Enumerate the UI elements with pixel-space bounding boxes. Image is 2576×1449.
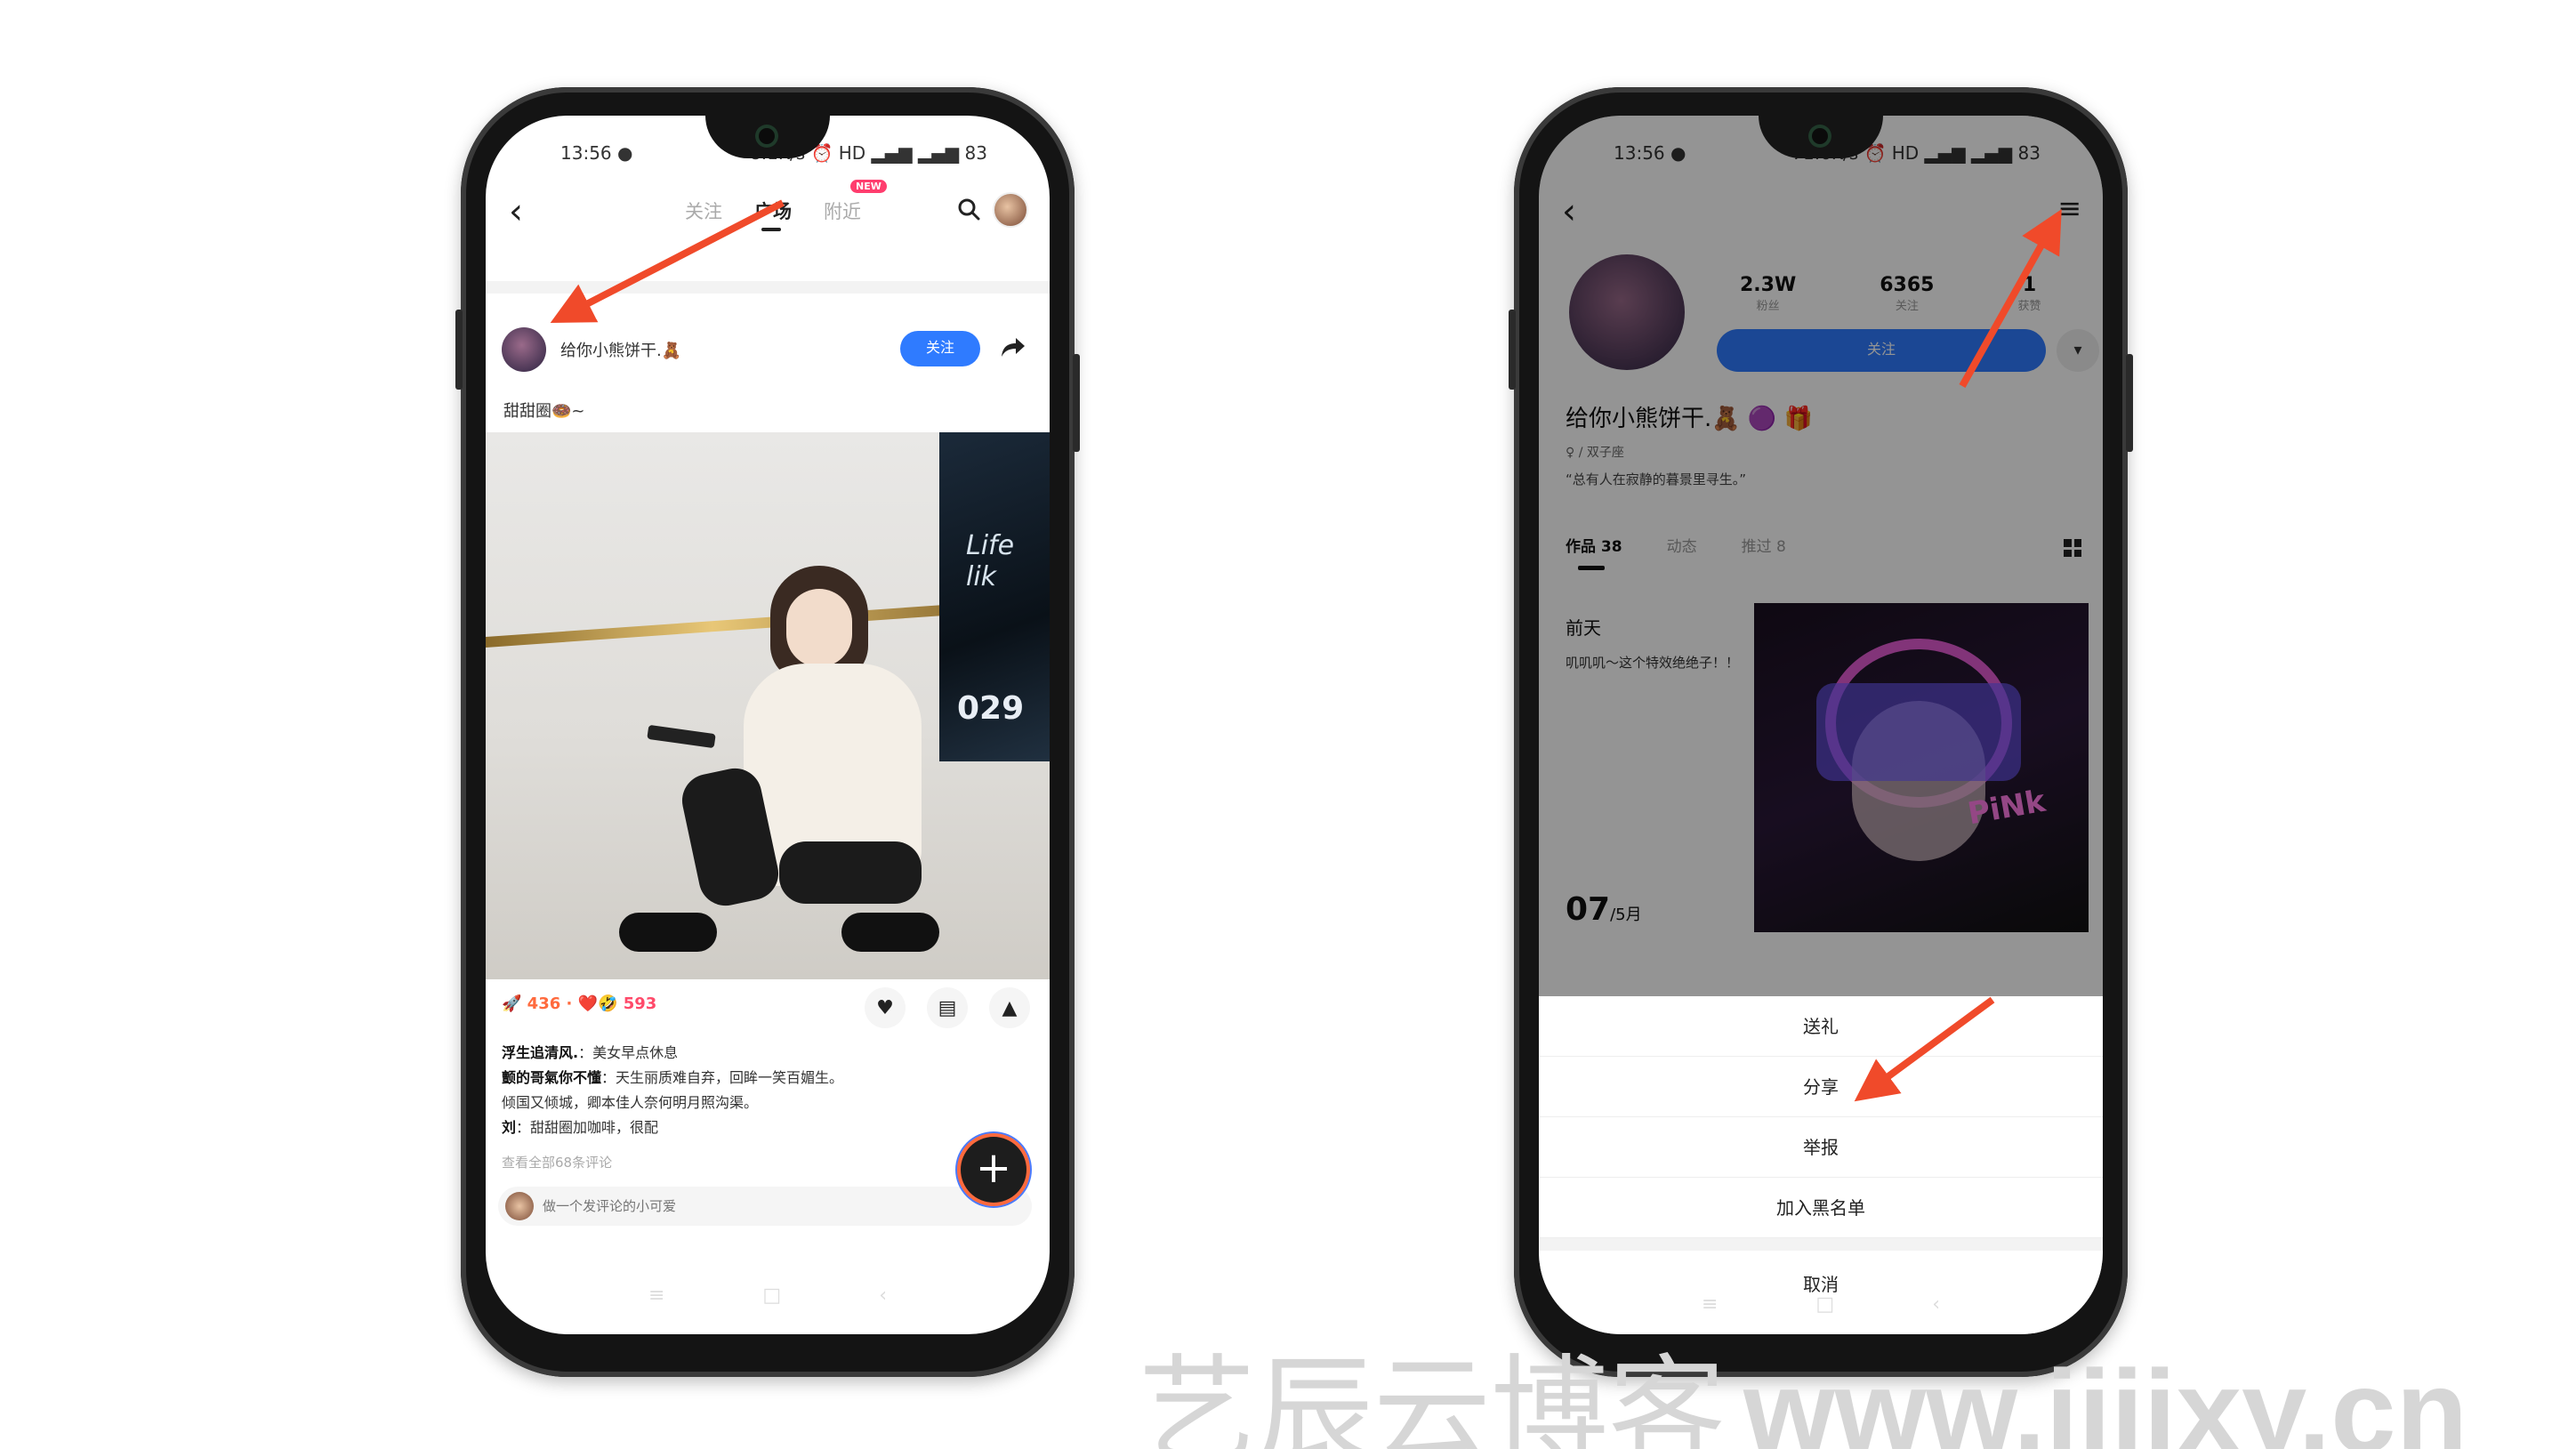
post-stats: 🚀 436 · ❤️🤣 593 xyxy=(502,994,656,1013)
tab-following[interactable]: 关注 xyxy=(685,197,722,224)
comment-icon[interactable]: ▤ xyxy=(927,987,968,1028)
rocket-count: 🚀 436 · xyxy=(502,994,573,1013)
view-all-comments-link[interactable]: 查看全部68条评论 xyxy=(502,1153,612,1171)
front-camera xyxy=(1808,125,1831,148)
tab-square[interactable]: 广场 xyxy=(754,197,792,231)
tab-nearby[interactable]: 附近 NEW xyxy=(824,180,887,224)
post-actions: ♥ ▤ ▲ xyxy=(865,987,1030,1028)
phone-right: 13:56 ● 71.6K/s ⏰ HD ▂▄▆ ▂▄▆ 83 ‹ ≡ 2.3W… xyxy=(1509,87,2133,1377)
post-caption: 甜甜圈🍩~ xyxy=(503,402,585,421)
sheet-item-gift[interactable]: 送礼 xyxy=(1539,996,2103,1057)
annotation-arrows xyxy=(550,199,2062,1102)
reaction-count: ❤️🤣 593 xyxy=(577,994,657,1013)
section-divider xyxy=(486,281,1050,294)
comment-input-bar xyxy=(498,1187,1032,1226)
share-icon[interactable] xyxy=(1000,334,1026,359)
system-nav-bar: ≡ □ ‹ xyxy=(486,1284,1050,1311)
comment-item: 浮生追清风.：美女早点休息 xyxy=(502,1044,679,1061)
bell-icon[interactable]: ▲ xyxy=(989,987,1030,1028)
follow-button[interactable]: 关注 xyxy=(900,331,980,366)
watermark: 艺辰云博客 www.iiiixy.cn xyxy=(1139,1343,2468,1449)
sheet-item-report[interactable]: 举报 xyxy=(1539,1117,2103,1178)
create-post-button[interactable]: + xyxy=(961,1137,1026,1203)
author-name[interactable]: 给你小熊饼干.🧸 xyxy=(560,338,681,361)
back-nav-icon[interactable]: ‹ xyxy=(879,1284,887,1311)
user-avatar[interactable] xyxy=(993,192,1028,228)
author-avatar[interactable] xyxy=(502,327,546,372)
home-nav-icon[interactable]: □ xyxy=(762,1284,781,1311)
post-photo[interactable]: Life lik 029 xyxy=(486,432,1050,979)
search-icon[interactable] xyxy=(957,197,980,221)
sheet-item-share[interactable]: 分享 xyxy=(1539,1057,2103,1117)
phone-left: 13:56 ● 8.1K/s ⏰ HD ▂▄▆ ▂▄▆ 83 ‹ 关注 广场 附… xyxy=(455,87,1080,1377)
action-sheet: 送礼 分享 举报 加入黑名单 取消 ≡ □ ‹ xyxy=(1539,996,2103,1334)
feed-topbar: ‹ 关注 广场 附近 NEW xyxy=(486,180,1050,253)
comment-input[interactable] xyxy=(543,1187,916,1226)
left-screen: 13:56 ● 8.1K/s ⏰ HD ▂▄▆ ▂▄▆ 83 ‹ 关注 广场 附… xyxy=(486,116,1050,1334)
comment-item: 倾国又倾城，卿本佳人奈何明月照沟渠。 xyxy=(502,1094,759,1111)
new-badge: NEW xyxy=(850,180,887,193)
menu-nav-icon[interactable]: ≡ xyxy=(648,1284,664,1311)
comment-list: 浮生追清风.：美女早点休息 颤的哥氣你不懂：天生丽质难自弃，回眸一笑百媚生。 倾… xyxy=(502,1041,843,1140)
comment-item: 颤的哥氣你不懂：天生丽质难自弃，回眸一笑百媚生。 xyxy=(502,1069,844,1086)
background-poster: Life lik 029 xyxy=(939,432,1050,761)
front-camera xyxy=(755,125,778,148)
comment-item: 刘：甜甜圈加咖啡，很配 xyxy=(502,1119,659,1136)
like-heart-icon[interactable]: ♥ xyxy=(865,987,906,1028)
my-avatar xyxy=(505,1192,534,1220)
post-header: 给你小熊饼干.🧸 关注 xyxy=(486,320,1050,379)
sheet-item-blacklist[interactable]: 加入黑名单 xyxy=(1539,1178,2103,1238)
right-screen: 13:56 ● 71.6K/s ⏰ HD ▂▄▆ ▂▄▆ 83 ‹ ≡ 2.3W… xyxy=(1539,116,2103,1334)
back-arrow-icon[interactable]: ‹ xyxy=(509,194,523,229)
feed-tabs: 关注 广场 附近 NEW xyxy=(685,180,887,231)
